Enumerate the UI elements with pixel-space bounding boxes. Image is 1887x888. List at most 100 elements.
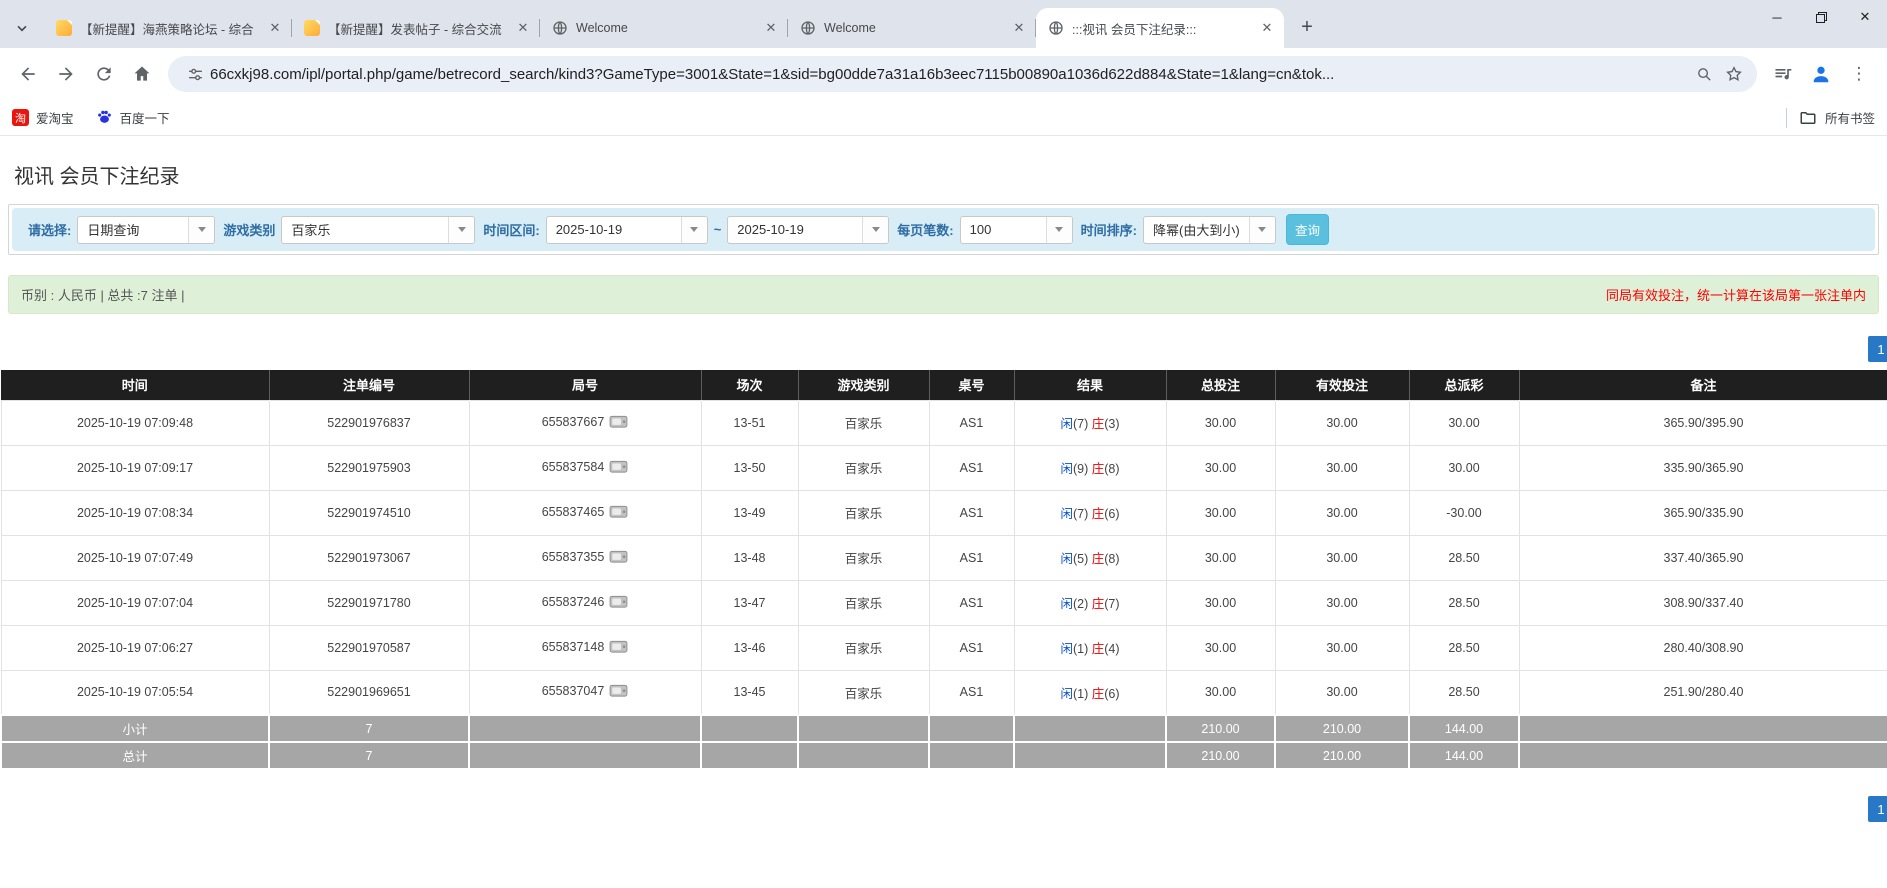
- video-replay-icon[interactable]: [609, 414, 628, 432]
- tab-close-icon[interactable]: ✕: [514, 19, 532, 37]
- browser-tab-forum-1[interactable]: 【新提醒】海燕策略论坛 - 综合 ✕: [44, 8, 292, 48]
- cell-valid-bet: 30.00: [1275, 670, 1409, 715]
- header-note: 备注: [1519, 370, 1887, 400]
- cell-total-bet[interactable]: 30.00: [1166, 400, 1275, 445]
- page-number-button[interactable]: 1: [1868, 796, 1887, 822]
- footer-total-bet: 210.00: [1166, 715, 1275, 742]
- tab-title: Welcome: [576, 21, 754, 35]
- result-banker-value: (6): [1104, 687, 1119, 701]
- cell-time: 2025-10-19 07:06:27: [1, 625, 269, 670]
- cell-total-bet[interactable]: 30.00: [1166, 490, 1275, 535]
- bookmark-baidu[interactable]: 百度一下: [96, 108, 170, 128]
- result-player-label: 闲: [1060, 687, 1073, 701]
- video-replay-icon[interactable]: [609, 639, 628, 657]
- browser-toolbar: 66cxkj98.com/ipl/portal.php/game/betreco…: [0, 48, 1887, 100]
- same-round-notice: 同局有效投注，统一计算在该局第一张注单内: [1606, 285, 1866, 304]
- video-replay-icon[interactable]: [609, 683, 628, 701]
- footer-cell: [1014, 742, 1166, 769]
- chevron-down-icon: [862, 217, 888, 243]
- bookmark-taobao[interactable]: 淘 爱淘宝: [12, 108, 74, 127]
- result-player-value: (7): [1073, 417, 1092, 431]
- url-text[interactable]: 66cxkj98.com/ipl/portal.php/game/betreco…: [210, 66, 1689, 83]
- bookmark-star-icon[interactable]: [1719, 59, 1749, 89]
- new-tab-button[interactable]: +: [1292, 12, 1322, 42]
- browser-tab-welcome-2[interactable]: Welcome ✕: [788, 8, 1036, 48]
- footer-label: 小计: [1, 715, 269, 742]
- video-replay-icon[interactable]: [609, 459, 628, 477]
- cell-result: 闲(2) 庄(7): [1014, 580, 1166, 625]
- media-controls-icon: [1773, 64, 1793, 84]
- cell-bet-id: 522901971780: [269, 580, 469, 625]
- result-banker-value: (8): [1104, 552, 1119, 566]
- back-button[interactable]: [10, 56, 46, 92]
- site-settings-icon[interactable]: [180, 59, 210, 89]
- round-number: 655837584: [542, 460, 605, 474]
- window-close-button[interactable]: ✕: [1843, 0, 1887, 34]
- cell-session: 13-50: [701, 445, 798, 490]
- video-replay-icon[interactable]: [609, 594, 628, 612]
- browser-tab-forum-2[interactable]: 【新提醒】发表帖子 - 综合交流 ✕: [292, 8, 540, 48]
- cell-total-bet[interactable]: 30.00: [1166, 625, 1275, 670]
- cell-game-type: 百家乐: [798, 490, 929, 535]
- result-player-label: 闲: [1060, 417, 1073, 431]
- bookmark-label: 爱淘宝: [36, 108, 74, 127]
- browser-tab-bar: 【新提醒】海燕策略论坛 - 综合 ✕ 【新提醒】发表帖子 - 综合交流 ✕ We…: [0, 0, 1887, 48]
- video-replay-icon[interactable]: [609, 504, 628, 522]
- cell-table-no: AS1: [929, 670, 1014, 715]
- footer-payout: 144.00: [1409, 742, 1519, 769]
- footer-label: 总计: [1, 742, 269, 769]
- date-range-label: 时间区间:: [483, 220, 539, 239]
- cell-total-bet[interactable]: 30.00: [1166, 580, 1275, 625]
- tab-close-icon[interactable]: ✕: [1258, 19, 1276, 37]
- header-time: 时间: [1, 370, 269, 400]
- window-minimize-button[interactable]: ─: [1755, 0, 1799, 34]
- cell-payout: 30.00: [1409, 445, 1519, 490]
- reload-button[interactable]: [86, 56, 122, 92]
- browser-tab-welcome-1[interactable]: Welcome ✕: [540, 8, 788, 48]
- browser-menu-button[interactable]: ⋮: [1841, 56, 1877, 92]
- home-button[interactable]: [124, 56, 160, 92]
- round-number: 655837355: [542, 550, 605, 564]
- result-player-value: (9): [1073, 462, 1092, 476]
- tab-close-icon[interactable]: ✕: [1010, 19, 1028, 37]
- tab-close-icon[interactable]: ✕: [762, 19, 780, 37]
- folder-icon: [1799, 109, 1817, 127]
- cell-round: 655837047: [469, 670, 701, 715]
- game-type-value: 百家乐: [282, 220, 448, 239]
- forward-button[interactable]: [48, 56, 84, 92]
- date-to-select[interactable]: 2025-10-19: [727, 216, 889, 244]
- cell-note: 365.90/335.90: [1519, 490, 1887, 535]
- page-number-button[interactable]: 1: [1868, 336, 1887, 362]
- window-restore-button[interactable]: [1799, 0, 1843, 34]
- cell-session: 13-49: [701, 490, 798, 535]
- cell-total-bet[interactable]: 30.00: [1166, 445, 1275, 490]
- cell-total-bet[interactable]: 30.00: [1166, 535, 1275, 580]
- table-row: 2025-10-19 07:07:49522901973067655837355…: [1, 535, 1887, 580]
- round-number: 655837667: [542, 415, 605, 429]
- zoom-icon[interactable]: [1689, 59, 1719, 89]
- all-bookmarks-button[interactable]: 所有书签: [1799, 108, 1875, 127]
- cell-valid-bet: 30.00: [1275, 580, 1409, 625]
- search-button[interactable]: 查询: [1286, 214, 1329, 245]
- sort-order-select[interactable]: 降幂(由大到小): [1143, 216, 1276, 244]
- game-type-select[interactable]: 百家乐: [281, 216, 475, 244]
- page-size-value: 100: [961, 222, 1046, 237]
- summary-info-bar: 币别 : 人民币 | 总共 :7 注单 | 同局有效投注，统一计算在该局第一张注…: [8, 275, 1879, 314]
- page-size-select[interactable]: 100: [960, 216, 1073, 244]
- footer-cell: [469, 742, 701, 769]
- media-controls-button[interactable]: [1765, 56, 1801, 92]
- tab-search-button[interactable]: [0, 8, 44, 48]
- cell-payout: -30.00: [1409, 490, 1519, 535]
- query-type-select[interactable]: 日期查询: [77, 216, 215, 244]
- date-from-select[interactable]: 2025-10-19: [546, 216, 708, 244]
- browser-tab-active-betrecord[interactable]: :::视讯 会员下注纪录::: ✕: [1036, 8, 1284, 48]
- bet-records-table: 时间 注单编号 局号 场次 游戏类别 桌号 结果 总投注 有效投注 总派彩 备注…: [0, 370, 1887, 770]
- profile-button[interactable]: [1803, 56, 1839, 92]
- tab-close-icon[interactable]: ✕: [266, 19, 284, 37]
- cell-valid-bet: 30.00: [1275, 445, 1409, 490]
- forum-favicon: [56, 20, 72, 36]
- address-bar[interactable]: 66cxkj98.com/ipl/portal.php/game/betreco…: [168, 56, 1757, 92]
- video-replay-icon[interactable]: [609, 549, 628, 567]
- cell-note: 251.90/280.40: [1519, 670, 1887, 715]
- cell-total-bet[interactable]: 30.00: [1166, 670, 1275, 715]
